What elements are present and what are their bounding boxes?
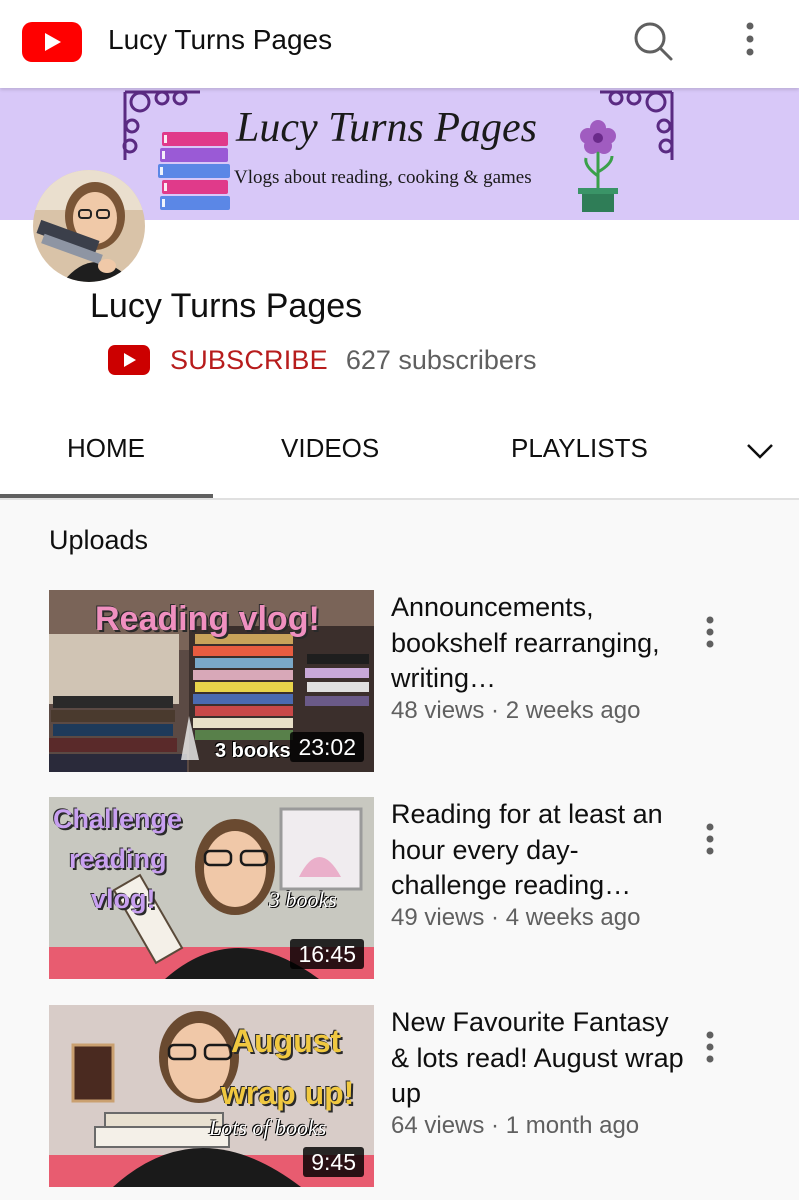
avatar[interactable]	[33, 170, 145, 282]
more-vertical-icon[interactable]	[728, 16, 772, 68]
thumbnail-caption: 3 books	[269, 887, 337, 912]
video-duration: 23:02	[290, 732, 364, 762]
video-title[interactable]: Announcements, bookshelf rearranging, wr…	[391, 590, 691, 697]
video-title[interactable]: Reading for at least an hour every day- …	[391, 797, 691, 904]
thumbnail-caption: wrap up!	[221, 1075, 355, 1111]
video-meta: 64 views · 1 month ago	[391, 1112, 640, 1139]
tabs-divider	[0, 498, 799, 500]
video-thumbnail[interactable]: Challenge reading vlog! 3 books 16:45	[49, 797, 374, 979]
video-title[interactable]: New Favourite Fantasy & lots read! Augus…	[391, 1005, 691, 1112]
video-item[interactable]: Challenge reading vlog! 3 books 16:45 Re…	[0, 797, 799, 981]
tab-playlists[interactable]: PLAYLISTS	[511, 428, 648, 468]
thumbnail-caption: August	[231, 1023, 342, 1059]
section-title: Uploads	[49, 525, 149, 555]
video-item[interactable]: Reading vlog! 3 books 23:02 Announcement…	[0, 590, 799, 774]
chevron-down-icon[interactable]	[740, 436, 780, 466]
banner-title: Lucy Turns Pages	[236, 105, 538, 151]
search-icon[interactable]	[626, 16, 678, 68]
thumbnail-caption: Lots of books	[209, 1115, 327, 1140]
thumbnail-caption: Reading vlog!	[95, 600, 320, 638]
channel-name: Lucy Turns Pages	[90, 287, 363, 325]
video-thumbnail[interactable]: August wrap up! Lots of books 9:45	[49, 1005, 374, 1187]
video-meta: 48 views · 2 weeks ago	[391, 697, 641, 724]
tab-home[interactable]: HOME	[67, 428, 145, 468]
more-vertical-icon[interactable]	[690, 815, 730, 865]
tab-videos[interactable]: VIDEOS	[281, 428, 379, 468]
subscribe-row: SUBSCRIBE 627 subscribers	[108, 340, 536, 380]
more-vertical-icon[interactable]	[690, 608, 730, 658]
thumbnail-caption: 3 books	[215, 740, 291, 762]
avatar-image	[33, 170, 145, 282]
video-duration: 9:45	[303, 1147, 364, 1177]
youtube-logo-icon	[108, 345, 150, 375]
video-duration: 16:45	[290, 939, 364, 969]
subscribe-button[interactable]: SUBSCRIBE	[108, 345, 328, 376]
youtube-logo-icon[interactable]	[22, 22, 82, 62]
video-thumbnail[interactable]: Reading vlog! 3 books 23:02	[49, 590, 374, 772]
thumbnail-caption: reading	[69, 844, 167, 874]
top-app-bar: Lucy Turns Pages	[0, 0, 799, 88]
subscribe-label: SUBSCRIBE	[170, 344, 328, 375]
more-vertical-icon[interactable]	[690, 1023, 730, 1073]
video-meta: 49 views · 4 weeks ago	[391, 904, 641, 931]
video-item[interactable]: August wrap up! Lots of books 9:45 New F…	[0, 1005, 799, 1189]
banner-subtitle: Vlogs about reading, cooking & games	[234, 167, 532, 188]
app-title: Lucy Turns Pages	[108, 24, 333, 55]
thumbnail-caption: vlog!	[91, 884, 156, 914]
thumbnail-caption: Challenge	[53, 804, 183, 834]
subscriber-count: 627 subscribers	[345, 344, 537, 375]
